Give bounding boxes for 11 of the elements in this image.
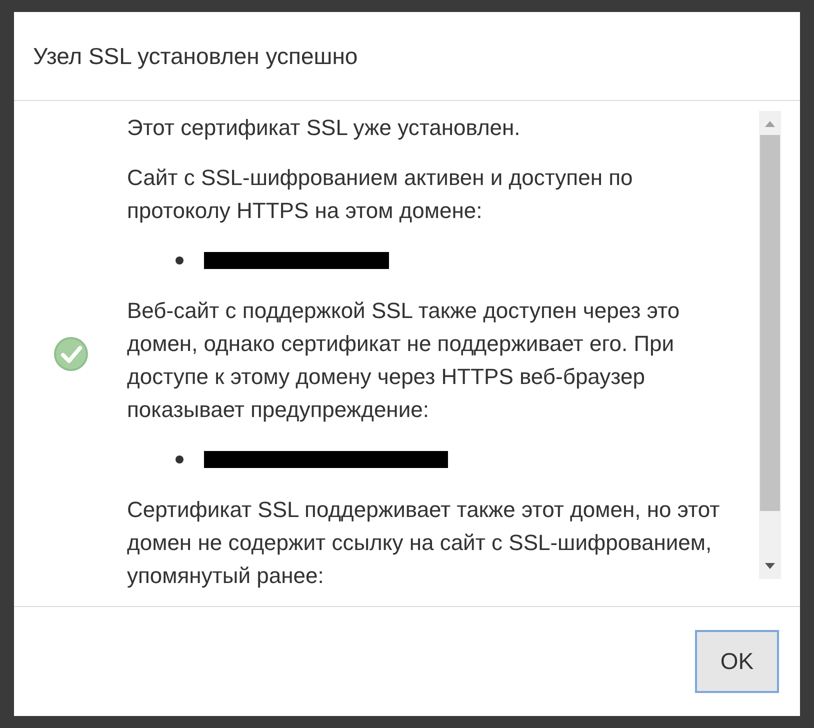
message-text: Веб-сайт с поддержкой SSL также доступен через это домен, однако сертификат не поддерживает его. При доступе к этому домену через HTTPS веб-браузер показывает предупреждение: [127,297,681,424]
bullet-icon [175,455,184,464]
dialog-title: Узел SSL установлен успешно [33,42,358,71]
message-text: Сертификат SSL поддерживает также этот домен, но этот домен не содержит ссылку на сайт с SSL-шифрованием, упомянутый ранее: [127,496,721,590]
scrollbar-thumb[interactable] [760,135,780,511]
scrollbar[interactable] [759,111,781,579]
ok-button[interactable]: OK [695,630,779,693]
checkmark-icon [52,336,88,372]
message-text: Этот сертификат SSL уже установлен. [127,114,522,142]
message-text: Сайт с SSL-шифрованием активен и доступен по протоколу HTTPS на этом домене: [127,164,634,225]
bullet-icon [175,256,184,265]
